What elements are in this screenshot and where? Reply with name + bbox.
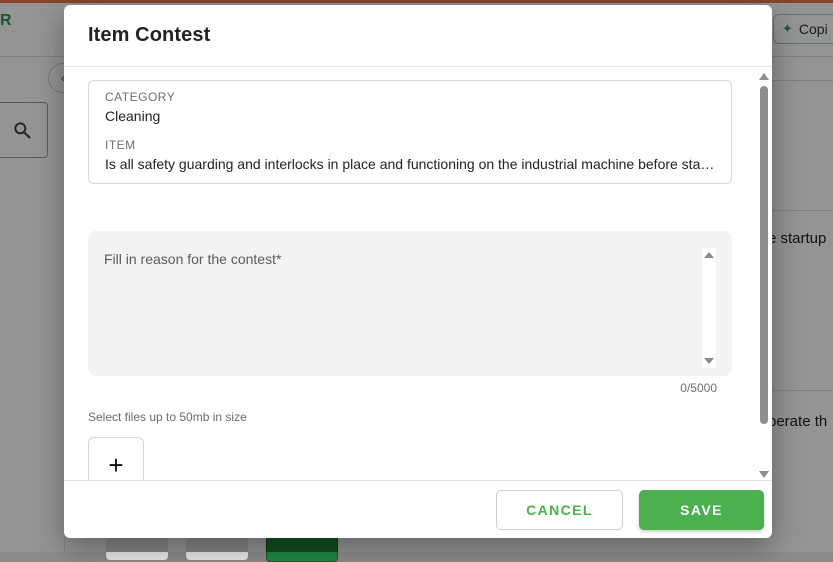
dialog-scrollbar[interactable] (758, 72, 770, 480)
plus-icon: + (108, 449, 124, 480)
cancel-button[interactable]: CANCEL (496, 490, 623, 530)
reason-placeholder: Fill in reason for the contest* (104, 251, 282, 267)
scroll-down-icon[interactable] (759, 471, 769, 478)
item-info-card: CATEGORY Cleaning ITEM Is all safety gua… (88, 80, 732, 184)
dialog-title: Item Contest (88, 24, 211, 46)
item-contest-dialog: Item Contest CATEGORY Cleaning ITEM Is a… (64, 5, 772, 538)
file-size-hint: Select files up to 50mb in size (88, 410, 247, 424)
category-label: CATEGORY (105, 90, 176, 104)
scroll-up-icon[interactable] (704, 252, 714, 258)
dialog-header: Item Contest (64, 5, 772, 67)
item-value: Is all safety guarding and interlocks in… (105, 156, 715, 172)
contest-reason-textarea[interactable]: Fill in reason for the contest* (88, 231, 732, 376)
item-label: ITEM (105, 138, 136, 152)
category-value: Cleaning (105, 108, 161, 124)
textarea-scrollbar[interactable] (702, 248, 716, 368)
character-counter: 0/5000 (680, 381, 717, 395)
save-button[interactable]: SAVE (639, 490, 764, 530)
scrollbar-thumb[interactable] (760, 86, 768, 424)
dialog-body: CATEGORY Cleaning ITEM Is all safety gua… (64, 68, 772, 480)
scroll-up-icon[interactable] (759, 73, 769, 80)
dialog-footer: CANCEL SAVE (64, 480, 772, 538)
scroll-down-icon[interactable] (704, 358, 714, 364)
add-file-button[interactable]: + (88, 437, 144, 480)
